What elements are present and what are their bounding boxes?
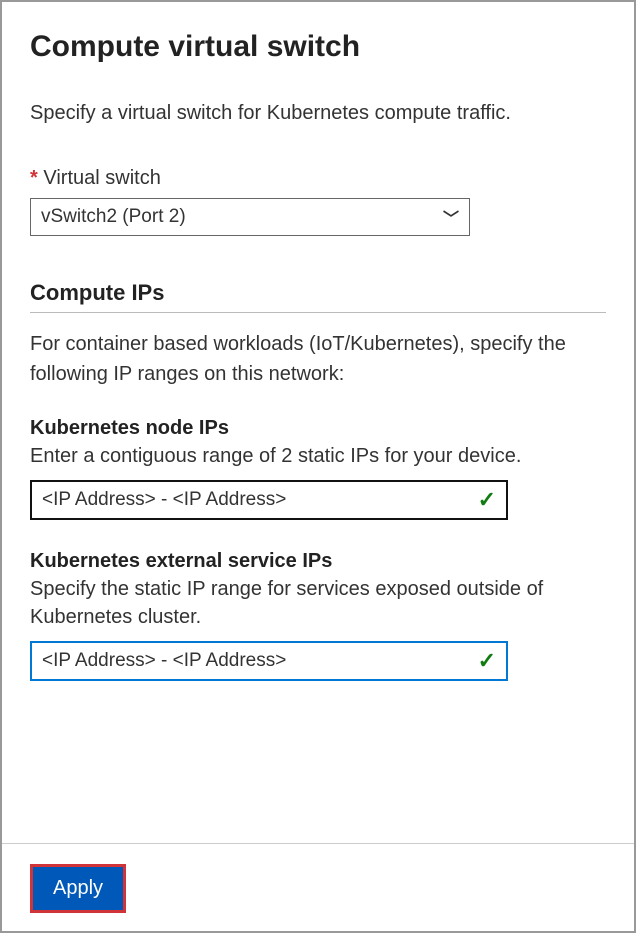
required-star-icon: * bbox=[30, 167, 38, 189]
check-icon: ✓ bbox=[478, 648, 496, 674]
page-description: Specify a virtual switch for Kubernetes … bbox=[30, 102, 606, 125]
compute-ips-description: For container based workloads (IoT/Kuber… bbox=[30, 329, 606, 389]
virtual-switch-label-text: Virtual switch bbox=[43, 167, 160, 189]
apply-button-highlight: Apply bbox=[30, 864, 126, 913]
apply-button[interactable]: Apply bbox=[33, 867, 123, 910]
compute-ips-heading: Compute IPs bbox=[30, 280, 606, 313]
virtual-switch-label: * Virtual switch bbox=[30, 167, 606, 190]
virtual-switch-selected-value: vSwitch2 (Port 2) bbox=[41, 206, 186, 228]
chevron-down-icon: ﹀ bbox=[443, 205, 459, 229]
virtual-switch-select[interactable]: vSwitch2 (Port 2) ﹀ bbox=[30, 198, 470, 236]
node-ips-input[interactable]: <IP Address> - <IP Address> ✓ bbox=[30, 480, 508, 520]
footer: Apply bbox=[2, 843, 634, 913]
page-title: Compute virtual switch bbox=[30, 30, 606, 64]
node-ips-description: Enter a contiguous range of 2 static IPs… bbox=[30, 442, 606, 470]
service-ips-description: Specify the static IP range for services… bbox=[30, 575, 606, 631]
service-ips-heading: Kubernetes external service IPs bbox=[30, 550, 606, 573]
node-ips-placeholder: <IP Address> - <IP Address> bbox=[42, 489, 286, 511]
service-ips-placeholder: <IP Address> - <IP Address> bbox=[42, 650, 286, 672]
node-ips-heading: Kubernetes node IPs bbox=[30, 417, 606, 440]
service-ips-input[interactable]: <IP Address> - <IP Address> ✓ bbox=[30, 641, 508, 681]
check-icon: ✓ bbox=[478, 487, 496, 513]
